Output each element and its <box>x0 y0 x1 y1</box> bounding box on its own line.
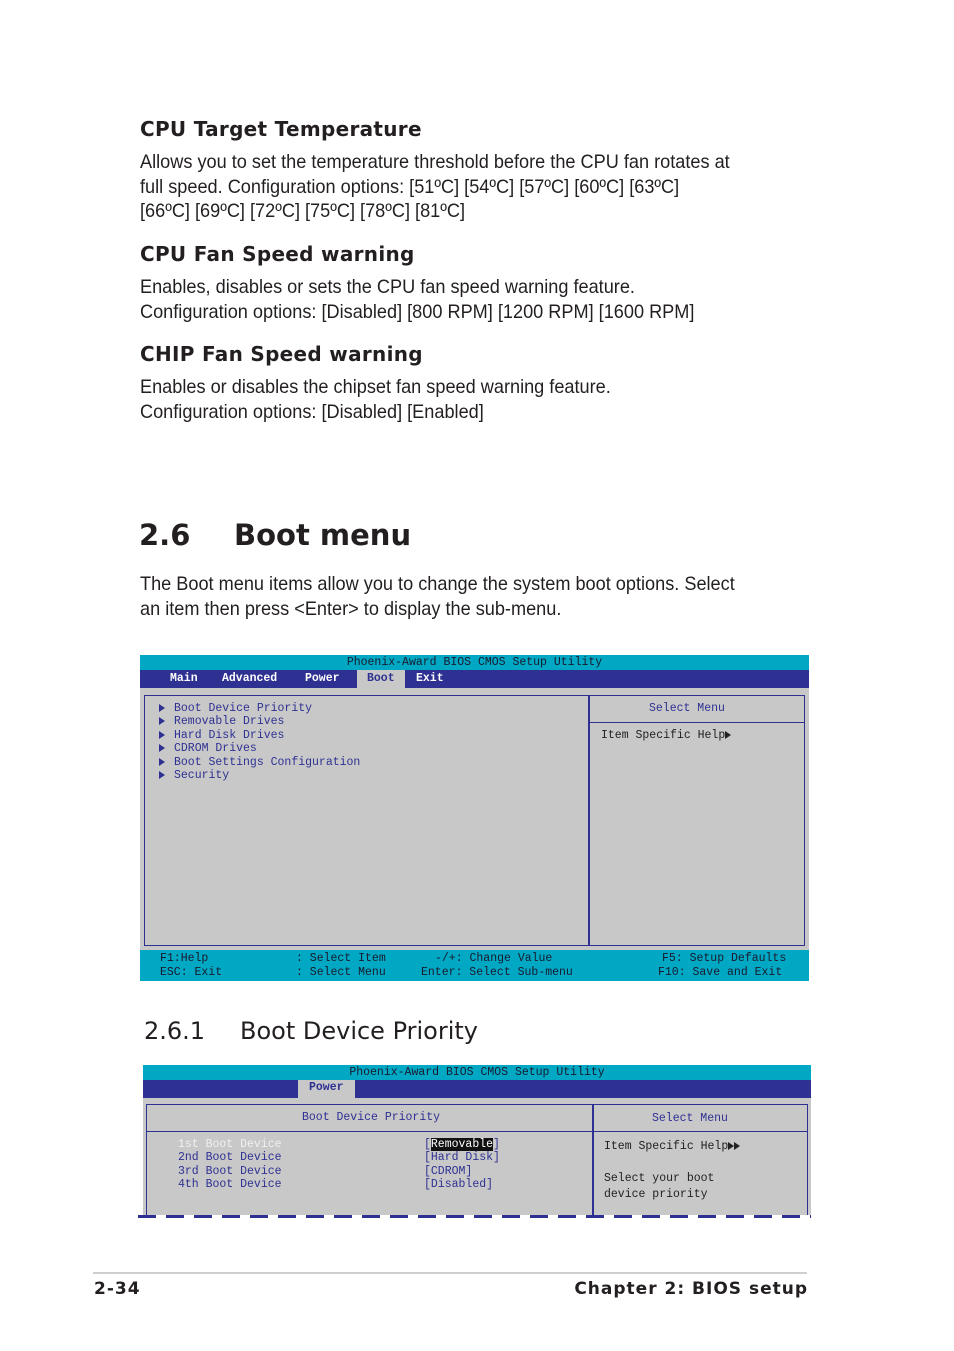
menu-item-boot-settings-configuration[interactable]: Boot Settings Configuration <box>159 756 360 769</box>
chip-fan-speed-heading: CHIP Fan Speed warning <box>140 342 423 366</box>
menu-item-boot-device-priority[interactable]: Boot Device Priority <box>159 702 312 715</box>
menu-item-removable-drives[interactable]: Removable Drives <box>159 715 284 728</box>
submenu-arrow-icon <box>159 731 165 739</box>
text-line: an item then press <Enter> to display th… <box>140 597 562 620</box>
subsection-number: 2.6.1 <box>144 1017 206 1045</box>
bios-body: Boot Device Priority Select Menu 1st Boo… <box>143 1098 811 1218</box>
key-f10: F10: Save and Exit <box>658 966 783 979</box>
boot-menu-description: The Boot menu items allow you to change … <box>140 572 772 621</box>
bios-title-bar: Phoenix-Award BIOS CMOS Setup Utility <box>143 1065 811 1080</box>
help-panel-title: Select Menu <box>649 702 725 715</box>
double-arrow-right-icon <box>734 1142 741 1150</box>
section-title: Boot menu <box>234 518 412 552</box>
cpu-target-temperature-description: Allows you to set the temperature thresh… <box>140 150 772 224</box>
menu-item-label: Hard Disk Drives <box>174 729 285 742</box>
chapter-title: Chapter 2: BIOS setup <box>574 1279 808 1299</box>
key-f5: F5: Setup Defaults <box>662 952 787 965</box>
submenu-arrow-icon <box>159 744 165 752</box>
subsection-title: Boot Device Priority <box>240 1017 478 1045</box>
help-panel-title: Select Menu <box>652 1112 728 1125</box>
menu-item-label: Boot Device Priority <box>174 702 313 715</box>
menu-item-security[interactable]: Security <box>159 769 229 782</box>
chip-fan-speed-description: Enables or disables the chipset fan spee… <box>140 375 772 424</box>
tab-power[interactable]: Power <box>298 1080 355 1098</box>
subsection-heading-boot-device-priority: 2.6.1 Boot Device Priority <box>144 1017 478 1045</box>
help-label: Item Specific Help <box>604 1140 729 1153</box>
text-line: Configuration options: [Disabled] [800 R… <box>140 300 695 323</box>
bios-menu-bar: Power <box>143 1080 811 1098</box>
text-line: full speed. Configuration options: [51ºC… <box>140 175 680 198</box>
help-text-line: Select your boot <box>604 1172 715 1185</box>
cpu-fan-speed-heading: CPU Fan Speed warning <box>140 242 415 266</box>
boot-device-row[interactable]: 2nd Boot Device <box>178 1151 282 1164</box>
menu-item-label: CDROM Drives <box>174 742 257 755</box>
value-text: Hard Disk <box>430 1151 494 1164</box>
bios-menu-bar: Main Advanced Power Boot Exit <box>140 670 809 688</box>
tab-power[interactable]: Power <box>299 670 346 688</box>
submenu-arrow-icon <box>159 771 165 779</box>
menu-item-label: Security <box>174 769 230 782</box>
cpu-fan-speed-description: Enables, disables or sets the CPU fan sp… <box>140 275 772 324</box>
submenu-arrow-icon <box>159 704 165 712</box>
selected-value: Removable <box>430 1138 494 1151</box>
bios-boot-device-priority-screen: Phoenix-Award BIOS CMOS Setup Utility Po… <box>138 1065 811 1218</box>
text-line: Enables, disables or sets the CPU fan sp… <box>140 276 635 298</box>
boot-device-row[interactable]: 4th Boot Device <box>178 1178 282 1191</box>
item-specific-help: Item Specific Help <box>604 1140 741 1153</box>
cpu-target-temperature-heading: CPU Target Temperature <box>140 117 422 141</box>
section-number: 2.6 <box>139 518 191 552</box>
text-line: [66ºC] [69ºC] [72ºC] [75ºC] [78ºC] [81ºC… <box>140 200 466 222</box>
key-f1: F1:Help <box>160 952 209 965</box>
page-number: 2-34 <box>94 1279 141 1299</box>
boot-device-value[interactable]: [Removable] <box>424 1138 500 1151</box>
value-text: CDROM <box>430 1165 466 1178</box>
bios-key-legend: F1:Help : Select Item -/+: Change Value … <box>140 950 809 981</box>
cut-edge <box>138 1215 811 1218</box>
section-heading-boot-menu: 2.6 Boot menu <box>139 518 411 552</box>
menu-item-cdrom-drives[interactable]: CDROM Drives <box>159 742 257 755</box>
boot-device-row[interactable]: 1st Boot Device <box>178 1138 282 1151</box>
help-label: Item Specific Help <box>601 729 726 742</box>
key-f1-desc: : Select Item <box>296 952 386 965</box>
menu-item-label: Boot Settings Configuration <box>174 756 361 769</box>
text-line: The Boot menu items allow you to change … <box>140 573 735 595</box>
menu-item-label: Removable Drives <box>174 715 285 728</box>
help-divider <box>589 722 805 723</box>
value-text: Disabled <box>430 1178 487 1191</box>
tab-advanced[interactable]: Advanced <box>216 670 283 688</box>
key-enter: Enter: Select Sub-menu <box>421 966 573 979</box>
text-line: Allows you to set the temperature thresh… <box>140 151 730 173</box>
tab-exit[interactable]: Exit <box>410 670 450 688</box>
bios-body: Select Menu Item Specific Help Boot Devi… <box>140 688 809 950</box>
submenu-arrow-icon <box>159 758 165 766</box>
tab-main[interactable]: Main <box>164 670 204 688</box>
bios-boot-menu-screen: Phoenix-Award BIOS CMOS Setup Utility Ma… <box>140 655 809 981</box>
boot-device-value[interactable]: [Disabled] <box>424 1178 493 1191</box>
boot-device-value[interactable]: [CDROM] <box>424 1165 472 1178</box>
footer-divider <box>93 1272 807 1274</box>
item-specific-help: Item Specific Help <box>601 729 732 742</box>
help-text-line: device priority <box>604 1188 708 1201</box>
header-divider <box>146 1131 808 1132</box>
key-esc: ESC: Exit <box>160 966 223 979</box>
menu-item-hard-disk-drives[interactable]: Hard Disk Drives <box>159 729 284 742</box>
key-plus-minus: -/+: Change Value <box>435 952 553 965</box>
panel-title: Boot Device Priority <box>302 1111 441 1124</box>
text-line: Enables or disables the chipset fan spee… <box>140 376 611 398</box>
submenu-arrow-icon <box>159 717 165 725</box>
key-esc-desc: : Select Menu <box>296 966 386 979</box>
text-line: Configuration options: [Disabled] [Enabl… <box>140 400 484 423</box>
boot-device-value[interactable]: [Hard Disk] <box>424 1151 500 1164</box>
tab-boot[interactable]: Boot <box>357 670 405 688</box>
arrow-right-icon <box>725 731 732 739</box>
bios-title-bar: Phoenix-Award BIOS CMOS Setup Utility <box>140 655 809 670</box>
boot-device-row[interactable]: 3rd Boot Device <box>178 1165 282 1178</box>
